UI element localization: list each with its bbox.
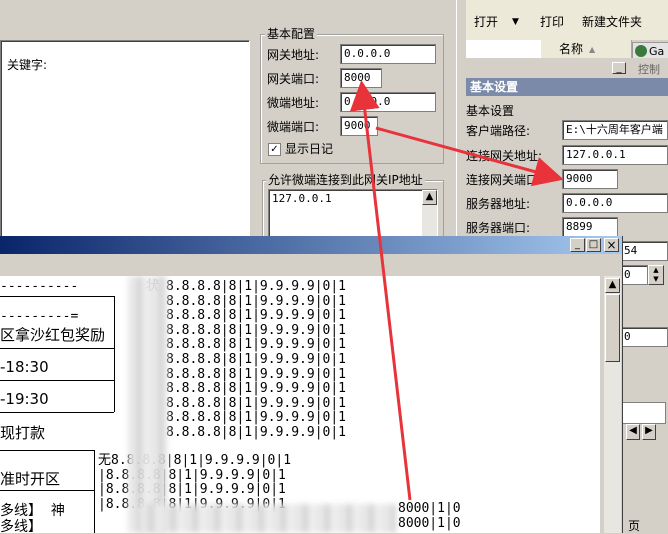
announcement-divider — [0, 296, 114, 297]
announcement-line: 现打款 — [0, 424, 46, 442]
name-column-header[interactable]: 名称 ▲ — [540, 40, 632, 58]
announcement-divider — [0, 450, 94, 451]
announcement-line: 区拿沙红包奖励 — [0, 326, 106, 344]
console-scroll-up-icon[interactable]: ▲ — [605, 278, 620, 293]
console-close-button[interactable]: × — [604, 238, 619, 252]
control-label: 控制 — [638, 63, 660, 76]
port-row: 8000|1|0 — [398, 501, 461, 516]
scroll-left-icon[interactable]: ◀ — [626, 424, 640, 440]
route-row: 8.8.8.8|8|1|9.9.9.9|0|1 — [166, 337, 347, 353]
allowed-ip-scrollbar[interactable]: ▲ — [422, 190, 437, 238]
keyword-label: 关键字: — [7, 58, 48, 72]
announcement-line: 准时开区 — [0, 470, 61, 488]
announcement-line: -18:30 — [0, 358, 49, 376]
extra-field-2[interactable]: 0 — [620, 265, 648, 285]
server-address-input[interactable]: 0.0.0.0 — [562, 193, 668, 213]
console-minimize-button[interactable]: _ — [570, 238, 585, 252]
explorer-address-strip — [466, 40, 540, 59]
announcement-divider — [0, 380, 114, 381]
extra-list[interactable] — [620, 402, 666, 424]
announcement-divider — [0, 348, 114, 349]
route-row: 8.8.8.8|8|1|9.9.9.9|0|1 — [166, 366, 347, 382]
route-rows-upper: 8.8.8.8|8|1|9.9.9.9|0|1 8.8.8.8|8|1|9.9.… — [166, 279, 347, 441]
console-window: _ □ × ---------- ---------= 区拿沙红包奖励 -18:… — [0, 236, 623, 533]
show-log-label: 显示日记 — [285, 142, 334, 156]
basic-config-title: 基本配置 — [265, 27, 318, 41]
announcement-border — [114, 296, 115, 412]
gateway-port-label: 网关端口: — [267, 72, 320, 86]
server-port-label: 服务器端口: — [466, 221, 531, 235]
explorer-toolbar: 打开 ▼ 打印 新建文件夹 — [466, 0, 668, 40]
privacy-blur — [140, 504, 396, 533]
console-maximize-button[interactable]: □ — [586, 238, 601, 252]
basic-settings-group-title: 基本设置 — [466, 104, 515, 118]
gateway-address-label: 网关地址: — [267, 48, 320, 62]
console-scrollbar[interactable]: ▲ — [604, 276, 621, 533]
connect-gateway-port-label: 连接网关端口: — [466, 173, 543, 187]
allowed-ip-list[interactable]: 127.0.0.1 ▲ — [268, 189, 438, 241]
route-row-prefixed: |8.8.8.8|8|1|9.9.9.9|0|1 — [98, 467, 286, 483]
toolbar-open[interactable]: 打开 — [474, 14, 498, 30]
route-row: 8.8.8.8|8|1|9.9.9.9|0|1 — [166, 424, 347, 440]
basic-settings-header: 基本设置 — [466, 78, 668, 96]
route-row: 8.8.8.8|8|1|9.9.9.9|0|1 — [166, 410, 347, 426]
extra-spinner[interactable]: ▲ ▼ — [648, 265, 664, 285]
toolbar-print[interactable]: 打印 — [540, 14, 564, 30]
announcement-divider — [0, 490, 94, 491]
server-address-label: 服务器地址: — [466, 197, 531, 211]
allowed-ip-item[interactable]: 127.0.0.1 — [272, 192, 332, 207]
announcement-divider — [0, 412, 114, 413]
toolbar-dropdown-icon[interactable]: ▼ — [512, 14, 519, 30]
scroll-up-icon[interactable]: ▲ — [422, 190, 437, 205]
allowed-ip-title: 允许微端连接到此网关IP地址 — [266, 173, 425, 187]
app-icon — [635, 45, 647, 57]
show-log-checkbox[interactable]: ✓ — [268, 143, 281, 156]
connect-gateway-port-input[interactable]: 9000 — [562, 169, 618, 189]
bottom-glyph: 页 — [628, 519, 641, 533]
announcement-line: 多线】 — [0, 519, 42, 533]
extra-field-3[interactable]: 0 — [620, 327, 668, 347]
basic-settings-header-text: 基本设置 — [470, 80, 519, 94]
client-port-input[interactable]: 9000 — [340, 116, 378, 136]
client-port-label: 微端端口: — [267, 120, 320, 134]
console-titlebar[interactable]: _ □ × — [0, 236, 622, 254]
client-address-label: 微端地址: — [267, 96, 320, 110]
connect-gateway-address-label: 连接网关地址: — [466, 149, 543, 163]
name-column-label: 名称 — [559, 42, 584, 56]
console-scroll-thumb[interactable] — [605, 294, 620, 362]
left-panel-bottom-edge — [0, 0, 252, 40]
port-rows: 8000|1|0 8000|1|0 — [398, 501, 461, 531]
sort-ascending-icon: ▲ — [589, 45, 596, 54]
console-output[interactable]: ---------- ---------= 区拿沙红包奖励 -18:30 -19… — [0, 276, 600, 533]
announcement-border — [94, 450, 95, 533]
scroll-right-icon[interactable]: ▶ — [642, 424, 656, 440]
route-row: 8.8.8.8|8|1|9.9.9.9|0|1 — [166, 308, 347, 324]
toolbar-new-folder[interactable]: 新建文件夹 — [582, 14, 642, 30]
route-row: 8.8.8.8|8|1|9.9.9.9|0|1 — [166, 279, 347, 294]
route-row: 8.8.8.8|8|1|9.9.9.9|0|1 — [166, 322, 347, 338]
announcement-line: ---------= — [0, 309, 79, 324]
panel-minimize-button[interactable]: _ — [612, 62, 626, 74]
extra-field-1[interactable]: 54 — [620, 241, 668, 261]
route-row-prefixed: 无8.8.8.8|8|1|9.9.9.9|0|1 — [98, 453, 292, 468]
announcement-line: ---------- — [0, 279, 79, 294]
port-row: 8000|1|0 — [398, 515, 461, 531]
route-row: 8.8.8.8|8|1|9.9.9.9|0|1 — [166, 395, 347, 411]
route-row: 8.8.8.8|8|1|9.9.9.9|0|1 — [166, 351, 347, 367]
gateway-address-input[interactable]: 0.0.0.0 — [340, 44, 436, 64]
client-address-input[interactable]: 0.0.0.0 — [340, 92, 436, 112]
log-list-panel: 关键字: — [0, 40, 250, 242]
route-row: 8.8.8.8|8|1|9.9.9.9|0|1 — [166, 381, 347, 397]
client-path-label: 客户端路径: — [466, 124, 531, 138]
announcement-line: -19:30 — [0, 390, 49, 408]
route-row-prefixed: |8.8.8.8|8|1|9.9.9.9|0|1 — [98, 482, 286, 498]
privacy-blur — [128, 276, 168, 533]
connect-gateway-address-input[interactable]: 127.0.0.1 — [562, 145, 668, 165]
server-port-input[interactable]: 8899 — [562, 217, 618, 237]
client-path-input[interactable]: E:\十六周年客户端 — [562, 120, 668, 140]
route-row: 8.8.8.8|8|1|9.9.9.9|0|1 — [166, 293, 347, 309]
gateway-port-input[interactable]: 8000 — [340, 68, 382, 88]
